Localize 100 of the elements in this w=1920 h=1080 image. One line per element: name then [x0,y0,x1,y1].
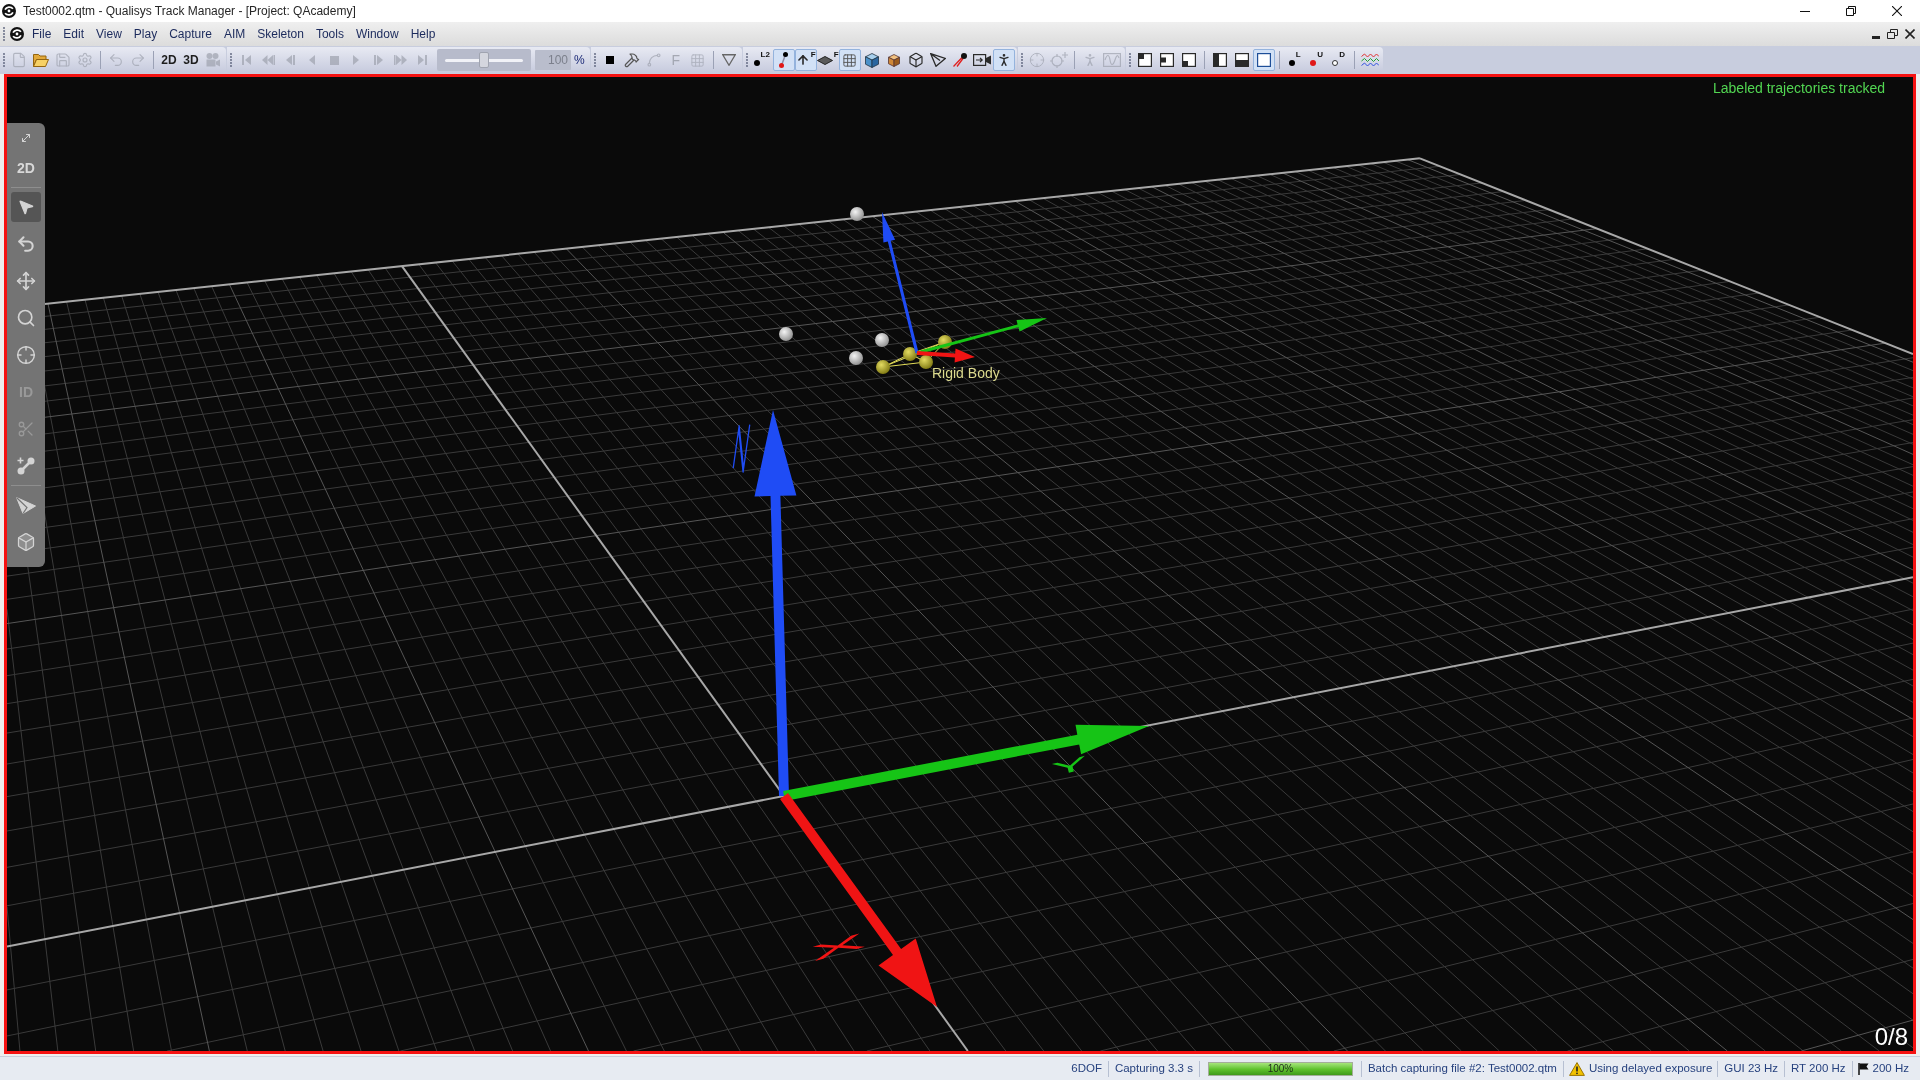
marker-trail-button[interactable] [772,49,795,71]
dot-icon [1310,60,1317,66]
grip-icon[interactable] [593,53,596,67]
window-layout-icon [1159,53,1174,67]
marker-button[interactable]: U [1305,49,1328,71]
redo-icon [130,52,146,68]
status-text: Batch capturing file #2: Test0002.qtm [1366,1060,1558,1076]
status-text: Capturing 3.3 s [1113,1060,1194,1076]
window-layout-icon [1212,53,1227,67]
menu-item[interactable]: Edit [57,22,91,46]
menu-item[interactable]: AIM [217,22,252,46]
grip-icon[interactable] [1128,53,1131,67]
menu-item[interactable]: Capture [163,22,218,46]
grip-icon[interactable] [1020,53,1023,67]
gear-icon [77,52,93,68]
axis-label: Z [727,419,755,477]
restore-icon [1887,29,1898,39]
window-layout-icon [1256,53,1271,67]
document-icon [11,52,27,68]
restore-button[interactable] [1885,26,1900,42]
select-tool-button[interactable] [11,192,41,222]
menu-item[interactable]: Help [404,22,442,46]
crosshair-icon [16,345,36,365]
crosshair-plus-icon [1049,52,1068,68]
colored-lines-icon [1360,53,1379,67]
close-icon [1892,6,1902,16]
grid-icon [690,52,706,68]
status-text: 6DOF [1070,1060,1103,1076]
app-logo [10,27,24,41]
marker-label-button[interactable]: L2 [750,49,773,71]
warning-icon [1568,1061,1585,1076]
marker-sphere [875,333,889,347]
diagonal-arrows-icon [20,132,32,144]
marker-sphere [850,207,864,221]
paper-plane-icon [16,496,36,514]
menu-item[interactable]: View [90,22,128,46]
plate-icon [816,55,833,65]
progress-text: 100% [1267,1063,1294,1074]
cube-icon [16,532,36,552]
dot-icon [753,60,760,66]
undo-icon [108,52,124,68]
plate-button[interactable]: F [816,49,839,71]
arrow-button[interactable]: F [794,49,817,71]
menu-item[interactable]: File [26,22,58,46]
curve-icon [645,52,662,68]
menu-item[interactable]: Window [349,22,405,46]
restore-icon [1846,6,1856,16]
marker-trail-icon [779,52,789,68]
play-icon [353,55,359,65]
marker-sphere [849,351,863,365]
status-text: RT 200 Hz [1790,1060,1847,1076]
cube-icon [864,52,879,68]
crosshair-icon [1028,52,1045,68]
scissors-icon [17,420,35,438]
status-text: 200 Hz [1872,1060,1909,1076]
window-layout-icon [1137,53,1152,67]
3d-view-button[interactable]: 3D [180,49,202,71]
menu-item[interactable]: Play [127,22,164,46]
layout-button[interactable] [1252,49,1275,71]
step-back-icon [285,55,295,65]
rigid-body-label: Rigid Body [932,365,1000,381]
folder-icon [33,53,49,67]
skeleton-button[interactable] [992,49,1015,71]
minimize-icon [1800,10,1810,12]
window-layout-icon [1234,53,1249,67]
2d-view-button[interactable]: 2D [158,49,180,71]
marker-button[interactable]: D [1327,49,1350,71]
waveform-icon [1102,53,1121,67]
marker-button[interactable]: L [1283,49,1306,71]
cube-icon [887,53,900,67]
axis-label: Y [1049,751,1091,781]
marker-sphere [779,327,793,341]
search-icon [16,308,36,328]
menu-item[interactable]: Tools [309,22,350,46]
triangle-icon [721,54,736,66]
close-button[interactable] [1902,26,1917,42]
bone-plus-icon [17,457,35,475]
status-text: GUI 23 Hz [1723,1060,1779,1076]
close-icon [1904,29,1915,39]
grip-icon[interactable] [745,53,748,67]
window-title: Test0002.qtm - Qualisys Track Manager - [Project: QAcademy] [23,3,356,20]
laser-icon [952,53,967,67]
video-camera-icon [972,54,991,66]
status-text: Using delayed exposure [1588,1060,1713,1076]
wireframe-cube-icon [907,52,924,68]
skip-back-icon [241,55,251,65]
curved-arrow-icon [16,234,36,254]
grid-button[interactable] [838,49,861,71]
hammer-icon [623,52,640,68]
tracking-status: Labeled trajectories tracked [1713,80,1885,96]
frame-counter: 0/8 [1874,1025,1908,1049]
flag-icon [1857,1062,1869,1075]
window-layout-icon [1181,53,1196,67]
ring-icon [1332,60,1339,66]
pointer-icon [17,198,35,216]
skip-forward-icon [417,55,427,65]
square-icon [605,56,614,64]
rewind-icon [261,55,275,65]
menu-item[interactable]: Skeleton [251,22,310,46]
fast-forward-icon [393,55,407,65]
